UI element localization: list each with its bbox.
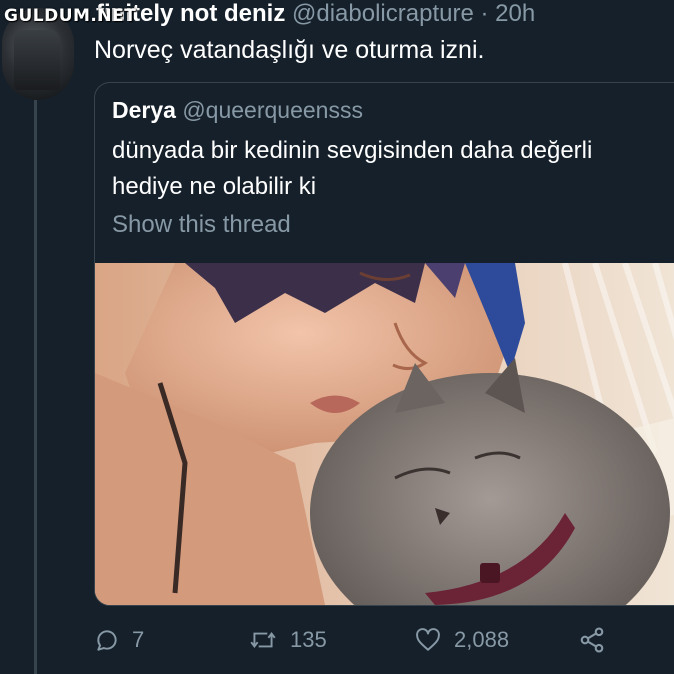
tweet-time[interactable]: 20h bbox=[495, 0, 535, 27]
quoted-author-name[interactable]: Derya bbox=[112, 97, 176, 123]
heart-icon bbox=[416, 628, 440, 651]
reply-icon bbox=[97, 630, 117, 651]
retweet-count: 135 bbox=[290, 627, 327, 652]
reply-button[interactable]: 7 bbox=[94, 620, 144, 660]
like-count: 2,088 bbox=[454, 627, 510, 652]
quoted-tweet-header: Derya @queerqueensss bbox=[112, 97, 363, 124]
retweet-button[interactable]: 135 bbox=[248, 620, 327, 660]
quoted-text-line-2: hediye ne olabilir ki bbox=[112, 173, 317, 200]
thread-line bbox=[34, 100, 37, 674]
quoted-tweet-card[interactable]: Derya @queerqueensss dünyada bir kedinin… bbox=[94, 82, 674, 606]
quoted-text-line-1: dünyada bir kedinin sevgisinden daha değ… bbox=[112, 137, 593, 164]
tweet-text: Norveç vatandaşlığı ve oturma izni. bbox=[94, 36, 485, 64]
tweet-actions: 7 135 2,088 bbox=[0, 620, 674, 660]
tweet-header: finitely not deniz @diabolicrapture · 20… bbox=[96, 0, 535, 32]
author-handle[interactable]: @diabolicrapture bbox=[292, 0, 474, 27]
reply-count: 7 bbox=[132, 627, 145, 652]
avatar-figure bbox=[14, 30, 60, 90]
quoted-tweet-text: dünyada bir kedinin sevgisinden daha değ… bbox=[112, 133, 674, 205]
retweet-icon bbox=[250, 631, 276, 649]
quoted-tweet-photo[interactable] bbox=[95, 262, 674, 605]
photo-woman-kissing-cat-icon bbox=[95, 262, 674, 605]
show-thread-link[interactable]: Show this thread bbox=[112, 211, 291, 239]
share-icon bbox=[580, 627, 604, 653]
share-button[interactable] bbox=[578, 620, 618, 660]
like-button[interactable]: 2,088 bbox=[414, 620, 509, 660]
quoted-author-handle[interactable]: @queerqueensss bbox=[182, 97, 363, 123]
watermark: GULDUM.NET bbox=[4, 6, 137, 26]
separator-dot: · bbox=[480, 0, 489, 27]
